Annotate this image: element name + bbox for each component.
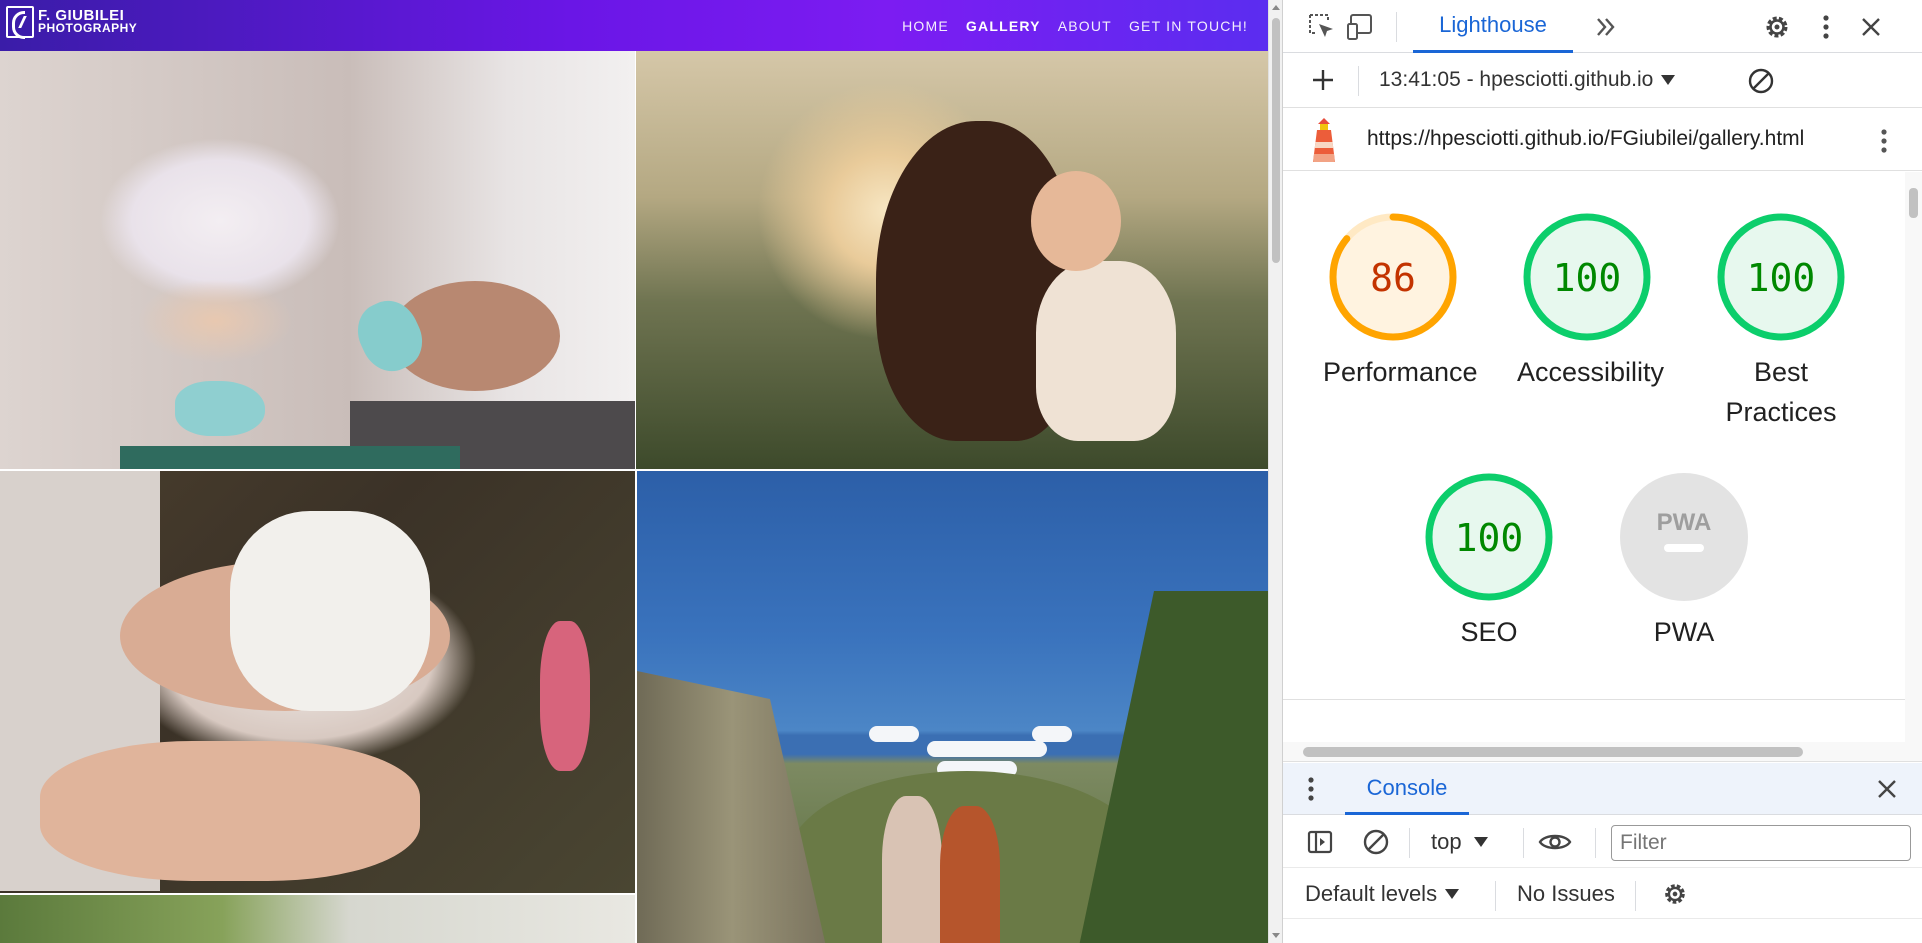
inspect-element-icon[interactable] xyxy=(1305,10,1339,44)
clear-console-icon[interactable] xyxy=(1359,824,1393,860)
site-scrollbar[interactable] xyxy=(1268,0,1282,943)
report-horizontal-scrollbar-thumb[interactable] xyxy=(1303,747,1803,757)
close-devtools-icon[interactable] xyxy=(1853,9,1889,45)
score-gauge-accessibility[interactable]: 100 Accessibility xyxy=(1517,210,1665,392)
gallery-photo-mother-baby-sunset[interactable] xyxy=(636,51,1268,469)
devtools-panel: Lighthouse 13:41:05 - hpesciotti.github.… xyxy=(1282,0,1922,943)
score-gauge-best-practices[interactable]: 100 Best Practices xyxy=(1711,210,1851,432)
site-logo[interactable]: F. GIUBILEI PHOTOGRAPHY xyxy=(6,6,138,39)
console-sidebar-icon[interactable] xyxy=(1303,824,1337,860)
customize-menu-icon[interactable] xyxy=(1811,9,1841,45)
score-label: Accessibility xyxy=(1517,357,1665,387)
nav-links: HOME GALLERY ABOUT GET IN TOUCH! xyxy=(902,18,1248,34)
live-expression-eye-icon[interactable] xyxy=(1535,824,1575,860)
close-drawer-icon[interactable] xyxy=(1869,771,1905,807)
score-gauge-seo[interactable]: 100 SEO xyxy=(1419,470,1559,652)
website-viewport: F. GIUBILEI PHOTOGRAPHY HOME GALLERY ABO… xyxy=(0,0,1268,943)
gallery-photo-partial[interactable] xyxy=(0,895,635,943)
console-toolbar: top xyxy=(1283,816,1922,868)
score-value: 100 xyxy=(1553,256,1622,300)
context-selector-label: top xyxy=(1431,829,1462,854)
console-settings-gear-icon[interactable] xyxy=(1657,876,1693,912)
score-label: Performance xyxy=(1323,357,1478,387)
site-navbar: F. GIUBILEI PHOTOGRAPHY HOME GALLERY ABO… xyxy=(0,0,1268,51)
score-value: 86 xyxy=(1370,256,1416,300)
scroll-up-arrow-icon[interactable] xyxy=(1272,5,1280,10)
log-levels-label: Default levels xyxy=(1305,881,1438,906)
devtools-toolbar: Lighthouse xyxy=(1283,0,1922,53)
drawer-header: Console xyxy=(1283,763,1922,815)
new-report-plus-icon[interactable] xyxy=(1305,62,1341,98)
score-label: Best Practices xyxy=(1725,357,1837,427)
console-prompt[interactable] xyxy=(1283,920,1922,943)
settings-gear-icon[interactable] xyxy=(1759,9,1795,45)
nav-get-in-touch[interactable]: GET IN TOUCH! xyxy=(1129,18,1248,34)
console-drawer: Console top Filter Default levels No Iss… xyxy=(1283,763,1922,943)
score-gauge-performance[interactable]: 86 Performance xyxy=(1323,210,1478,392)
lighthouse-report: 86 Performance 100 Accessibility 100 Bes… xyxy=(1283,172,1905,742)
log-levels-dropdown[interactable]: Default levels xyxy=(1305,881,1460,907)
chevron-down-icon xyxy=(1445,889,1460,899)
lighthouse-toolbar: 13:41:05 - hpesciotti.github.io xyxy=(1283,54,1922,108)
chevron-down-icon xyxy=(1473,837,1488,847)
console-levels-toolbar: Default levels No Issues xyxy=(1283,869,1922,919)
lighthouse-logo-icon xyxy=(1308,116,1340,164)
report-menu-icon[interactable] xyxy=(1869,123,1899,159)
score-value: 100 xyxy=(1455,516,1524,560)
nav-about[interactable]: ABOUT xyxy=(1058,18,1112,34)
report-horizontal-scrollbar[interactable] xyxy=(1283,742,1922,762)
nav-gallery[interactable]: GALLERY xyxy=(966,18,1041,34)
report-selector[interactable]: 13:41:05 - hpesciotti.github.io xyxy=(1379,68,1676,92)
logo-tagline: PHOTOGRAPHY xyxy=(38,21,138,35)
drawer-menu-icon[interactable] xyxy=(1299,772,1323,806)
logo-mark-icon xyxy=(6,6,34,39)
pwa-badge-icon: PWA xyxy=(1657,509,1712,536)
score-gauge-pwa[interactable]: PWA PWA xyxy=(1614,470,1754,652)
report-scrollbar-thumb[interactable] xyxy=(1909,188,1918,218)
site-scrollbar-thumb[interactable] xyxy=(1272,18,1280,263)
more-tabs-icon[interactable] xyxy=(1589,10,1623,44)
report-selector-label: 13:41:05 - hpesciotti.github.io xyxy=(1379,68,1654,91)
device-toolbar-icon[interactable] xyxy=(1343,10,1377,44)
report-scrollbar[interactable] xyxy=(1905,172,1922,742)
chevron-down-icon xyxy=(1661,75,1676,85)
score-label: PWA xyxy=(1653,617,1715,647)
scroll-down-arrow-icon[interactable] xyxy=(1272,933,1280,938)
tab-console[interactable]: Console xyxy=(1345,763,1469,815)
context-selector[interactable]: top xyxy=(1431,829,1488,855)
issues-counter[interactable]: No Issues xyxy=(1517,881,1615,907)
audited-url: https://hpesciotti.github.io/FGiubilei/g… xyxy=(1367,127,1805,150)
lighthouse-url-bar: https://hpesciotti.github.io/FGiubilei/g… xyxy=(1283,109,1922,171)
gallery-photo-mother-daughter[interactable] xyxy=(0,471,635,893)
nav-home[interactable]: HOME xyxy=(902,18,949,34)
score-value: 100 xyxy=(1747,256,1816,300)
gallery-photo-pregnancy-belly[interactable] xyxy=(0,51,635,469)
clear-reports-icon[interactable] xyxy=(1743,63,1779,99)
console-filter-input[interactable] xyxy=(1611,825,1911,861)
score-label: SEO xyxy=(1460,617,1518,647)
tab-lighthouse[interactable]: Lighthouse xyxy=(1413,0,1573,53)
gallery-photo-couple-kissing[interactable] xyxy=(637,471,1268,943)
